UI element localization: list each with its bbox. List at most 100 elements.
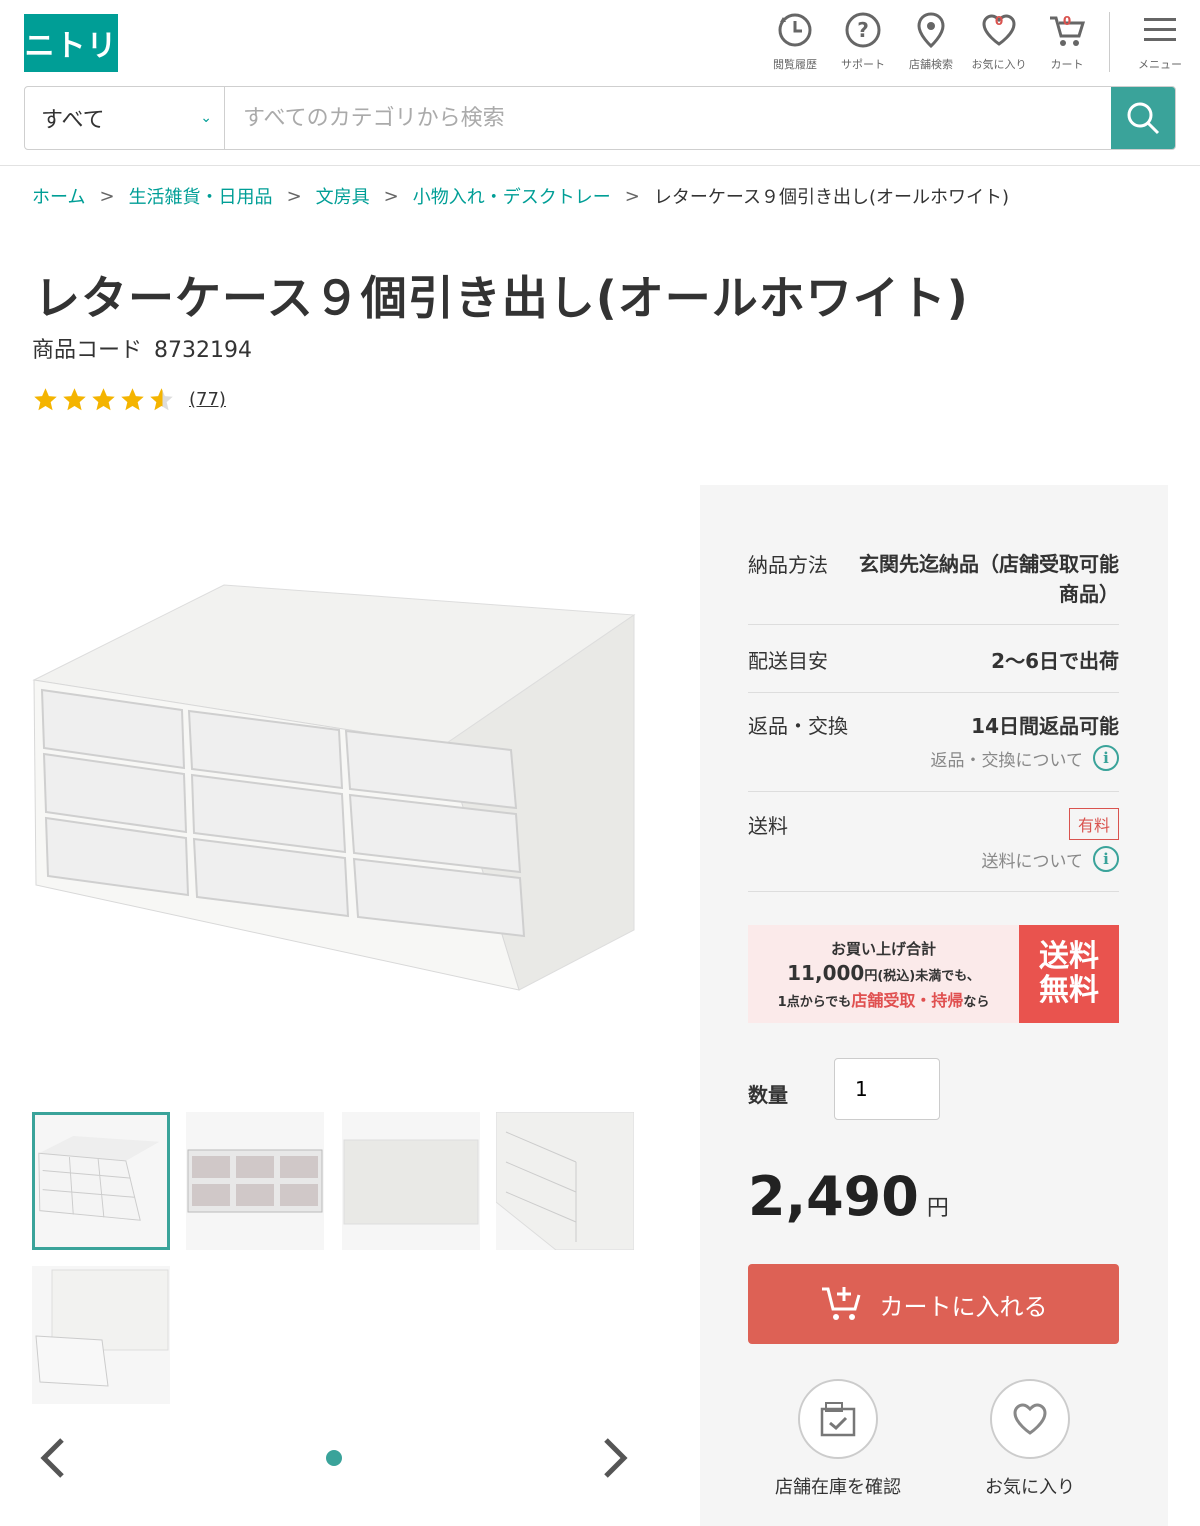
star-icon — [92, 388, 115, 411]
add-favorite-button[interactable]: お気に入り — [950, 1379, 1110, 1499]
delivery-method-row: 納品方法 玄関先迄納品（店舗受取可能商品） — [748, 549, 1119, 625]
breadcrumb-home[interactable]: ホーム — [32, 183, 85, 209]
hamburger-icon — [1144, 18, 1176, 41]
purchase-panel: 納品方法 玄関先迄納品（店舗受取可能商品） 配送目安 2〜6日で出荷 返品・交換… — [700, 485, 1168, 1526]
breadcrumb-stationery[interactable]: 文房具 — [316, 183, 370, 209]
promo-line-1: お買い上げ合計 — [830, 939, 936, 958]
product-code: 商品コード 8732194 — [32, 332, 252, 364]
support-label: サポート — [841, 58, 885, 71]
thumbnail-image — [35, 1269, 169, 1387]
promo-text: お買い上げ合計 11,000円(税込)未満でも、 1点からでも店舗受取・持帰なら — [748, 925, 1019, 1023]
shipping-fee-label: 送料 — [748, 813, 788, 838]
support-button[interactable]: ? サポート — [829, 10, 897, 74]
breadcrumb-desk-trays[interactable]: 小物入れ・デスクトレー — [413, 183, 611, 209]
delivery-method-value: 玄関先迄納品（店舗受取可能商品） — [859, 552, 1119, 606]
favorites-label: お気に入り — [971, 58, 1027, 71]
thumbnail-5[interactable] — [32, 1266, 170, 1404]
star-icon — [121, 388, 144, 411]
search-category-select[interactable]: すべて ⌄ — [25, 87, 225, 149]
product-rating: (77) — [32, 386, 226, 413]
thumbnail-4[interactable] — [495, 1111, 635, 1251]
cart-count-badge: 0 — [1062, 14, 1072, 28]
breadcrumb: ホーム > 生活雑貨・日用品 > 文房具 > 小物入れ・デスクトレー > レター… — [32, 183, 1009, 209]
carousel-prev-button[interactable] — [38, 1436, 66, 1490]
info-icon: i — [1093, 846, 1119, 872]
menu-button[interactable]: メニュー — [1120, 10, 1200, 74]
heart-icon — [1013, 1403, 1047, 1435]
promo-line-3: 1点からでも店舗受取・持帰なら — [778, 987, 990, 1011]
badge-line-1: 送料 — [1039, 938, 1099, 974]
promo-line-2: 11,000円(税込)未満でも、 — [787, 961, 980, 985]
thumbnail-2[interactable] — [186, 1112, 324, 1250]
delivery-schedule-row: 配送目安 2〜6日で出荷 — [748, 645, 1119, 693]
nitori-logo[interactable]: ニトリ — [24, 14, 118, 72]
menu-label: メニュー — [1138, 58, 1182, 71]
return-info-text: 返品・交換について — [930, 750, 1084, 771]
review-count-link[interactable]: (77) — [189, 389, 226, 410]
store-search-label: 店舗検索 — [909, 58, 953, 71]
return-value: 14日間返品可能 — [971, 714, 1119, 738]
breadcrumb-separator: > — [99, 185, 115, 207]
chevron-right-icon — [604, 1438, 628, 1478]
promo-rest: 未満でも、 — [915, 968, 980, 984]
promo-unit: 円(税込) — [864, 968, 916, 984]
cart-header-button[interactable]: 0 カート — [1033, 10, 1101, 74]
store-stock-button[interactable]: 店舗在庫を確認 — [758, 1379, 918, 1499]
store-stock-label: 店舗在庫を確認 — [775, 1477, 901, 1498]
thumbnail-3[interactable] — [342, 1112, 480, 1250]
search-bar: すべて ⌄ — [24, 86, 1176, 150]
return-info-link[interactable]: 返品・交換について i — [748, 745, 1119, 771]
add-to-cart-button[interactable]: カートに入れる — [748, 1264, 1119, 1344]
header-divider — [1109, 12, 1110, 72]
delivery-schedule-value: 2〜6日で出荷 — [991, 649, 1119, 673]
favorites-button[interactable]: 0 お気に入り — [965, 10, 1033, 74]
thumbnail-image — [187, 1149, 323, 1213]
promo-amount: 11,000 — [787, 960, 865, 985]
store-search-button[interactable]: 店舗検索 — [897, 10, 965, 74]
delivery-schedule-label: 配送目安 — [748, 649, 828, 673]
search-category-value: すべて — [41, 108, 105, 133]
add-to-cart-label: カートに入れる — [879, 1292, 1048, 1321]
history-button[interactable]: 閲覧履歴 — [761, 10, 829, 74]
breadcrumb-current: レターケース９個引き出し(オールホワイト) — [653, 187, 1009, 208]
star-icon — [63, 388, 86, 411]
quantity-input[interactable] — [834, 1058, 940, 1120]
history-icon — [778, 13, 812, 47]
search-input[interactable] — [225, 87, 1111, 149]
product-code-value: 8732194 — [154, 338, 252, 363]
breadcrumb-separator: > — [383, 185, 399, 207]
promo-highlight: 店舗受取・持帰 — [851, 990, 964, 1010]
shipping-info-link[interactable]: 送料について i — [748, 846, 1119, 872]
carousel-indicator-dot[interactable] — [326, 1450, 342, 1466]
add-cart-icon — [821, 1287, 860, 1320]
product-title: レターケース９個引き出し(オールホワイト) — [34, 271, 969, 325]
carousel-next-button[interactable] — [602, 1436, 630, 1490]
half-star-icon — [150, 388, 173, 411]
thumbnail-image — [495, 1111, 635, 1251]
price-value: 2,490 — [748, 1165, 919, 1228]
thumbnail-image — [343, 1139, 479, 1225]
product-main-image[interactable] — [24, 540, 654, 1040]
store-check-icon — [820, 1402, 856, 1437]
chevron-left-icon — [40, 1438, 64, 1478]
thumbnail-1[interactable] — [32, 1112, 170, 1250]
add-favorite-label: お気に入り — [985, 1477, 1075, 1498]
shipping-fee-row: 送料 有料 送料について i — [748, 808, 1119, 892]
product-code-label: 商品コード — [32, 338, 143, 363]
info-icon: i — [1093, 745, 1119, 771]
star-icon — [34, 388, 57, 411]
shipping-info-text: 送料について — [981, 851, 1084, 872]
cart-label: カート — [1050, 58, 1084, 71]
breadcrumb-separator: > — [286, 185, 302, 207]
header-icon-bar: 閲覧履歴 ? サポート 店舗検索 0 お気に入り 0 カート メニュー — [761, 10, 1200, 74]
free-shipping-badge: 送料 無料 — [1019, 925, 1119, 1023]
delivery-method-label: 納品方法 — [748, 553, 828, 577]
badge-line-2: 無料 — [1039, 973, 1099, 1008]
free-shipping-banner[interactable]: お買い上げ合計 11,000円(税込)未満でも、 1点からでも店舗受取・持帰なら… — [748, 925, 1119, 1023]
breadcrumb-daily-goods[interactable]: 生活雑貨・日用品 — [129, 183, 273, 209]
favorites-count-badge: 0 — [994, 14, 1004, 28]
quantity-label: 数量 — [748, 1083, 788, 1107]
promo-pre: 1点からでも — [777, 994, 852, 1010]
store-stock-circle — [798, 1379, 878, 1459]
search-button[interactable] — [1111, 87, 1175, 149]
